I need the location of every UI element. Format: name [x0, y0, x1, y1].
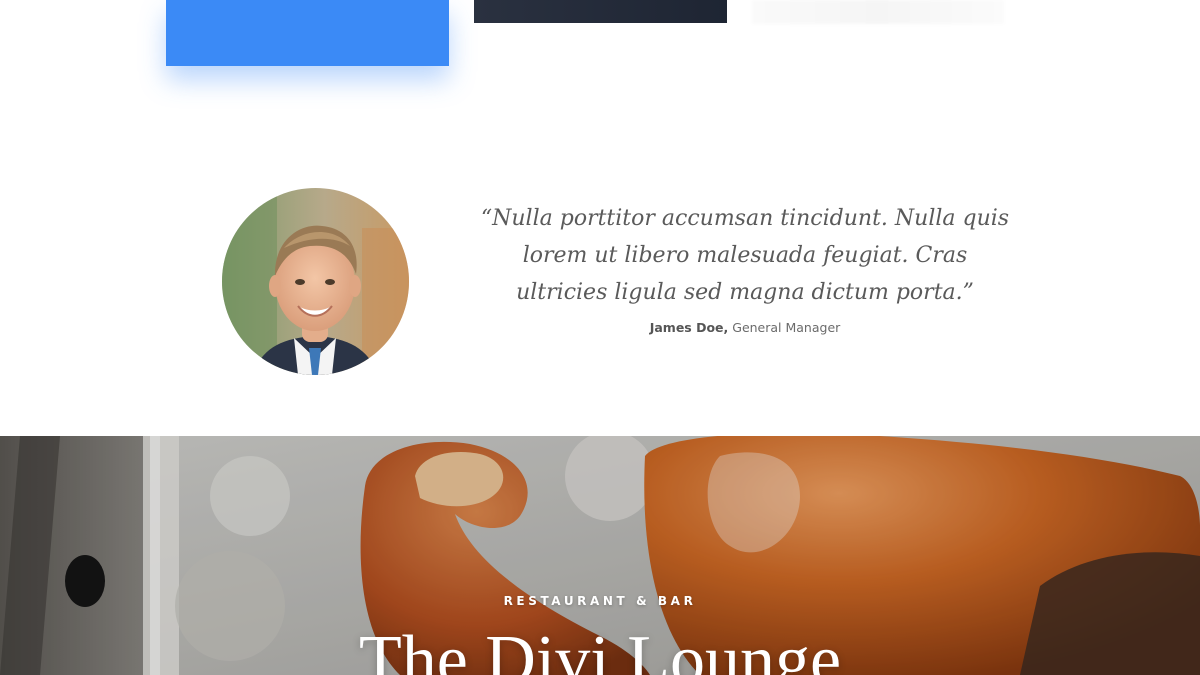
testimonial-quote: “Nulla porttitor accumsan tincidunt. Nul…: [480, 206, 1010, 305]
author-role: General Manager: [728, 320, 841, 335]
portrait-photo-icon: [222, 188, 409, 375]
faded-card: [752, 0, 1004, 24]
testimonial-author: James Doe, General Manager: [480, 320, 1010, 335]
author-name: James Doe,: [649, 320, 729, 335]
hero-section: RESTAURANT & BAR The Divi Lounge: [0, 436, 1200, 675]
hero-eyebrow: RESTAURANT & BAR: [503, 594, 697, 608]
blue-card[interactable]: [166, 0, 449, 66]
testimonial-avatar: [222, 188, 409, 375]
dark-card[interactable]: [474, 0, 727, 23]
hero-title: The Divi Lounge: [358, 622, 842, 675]
